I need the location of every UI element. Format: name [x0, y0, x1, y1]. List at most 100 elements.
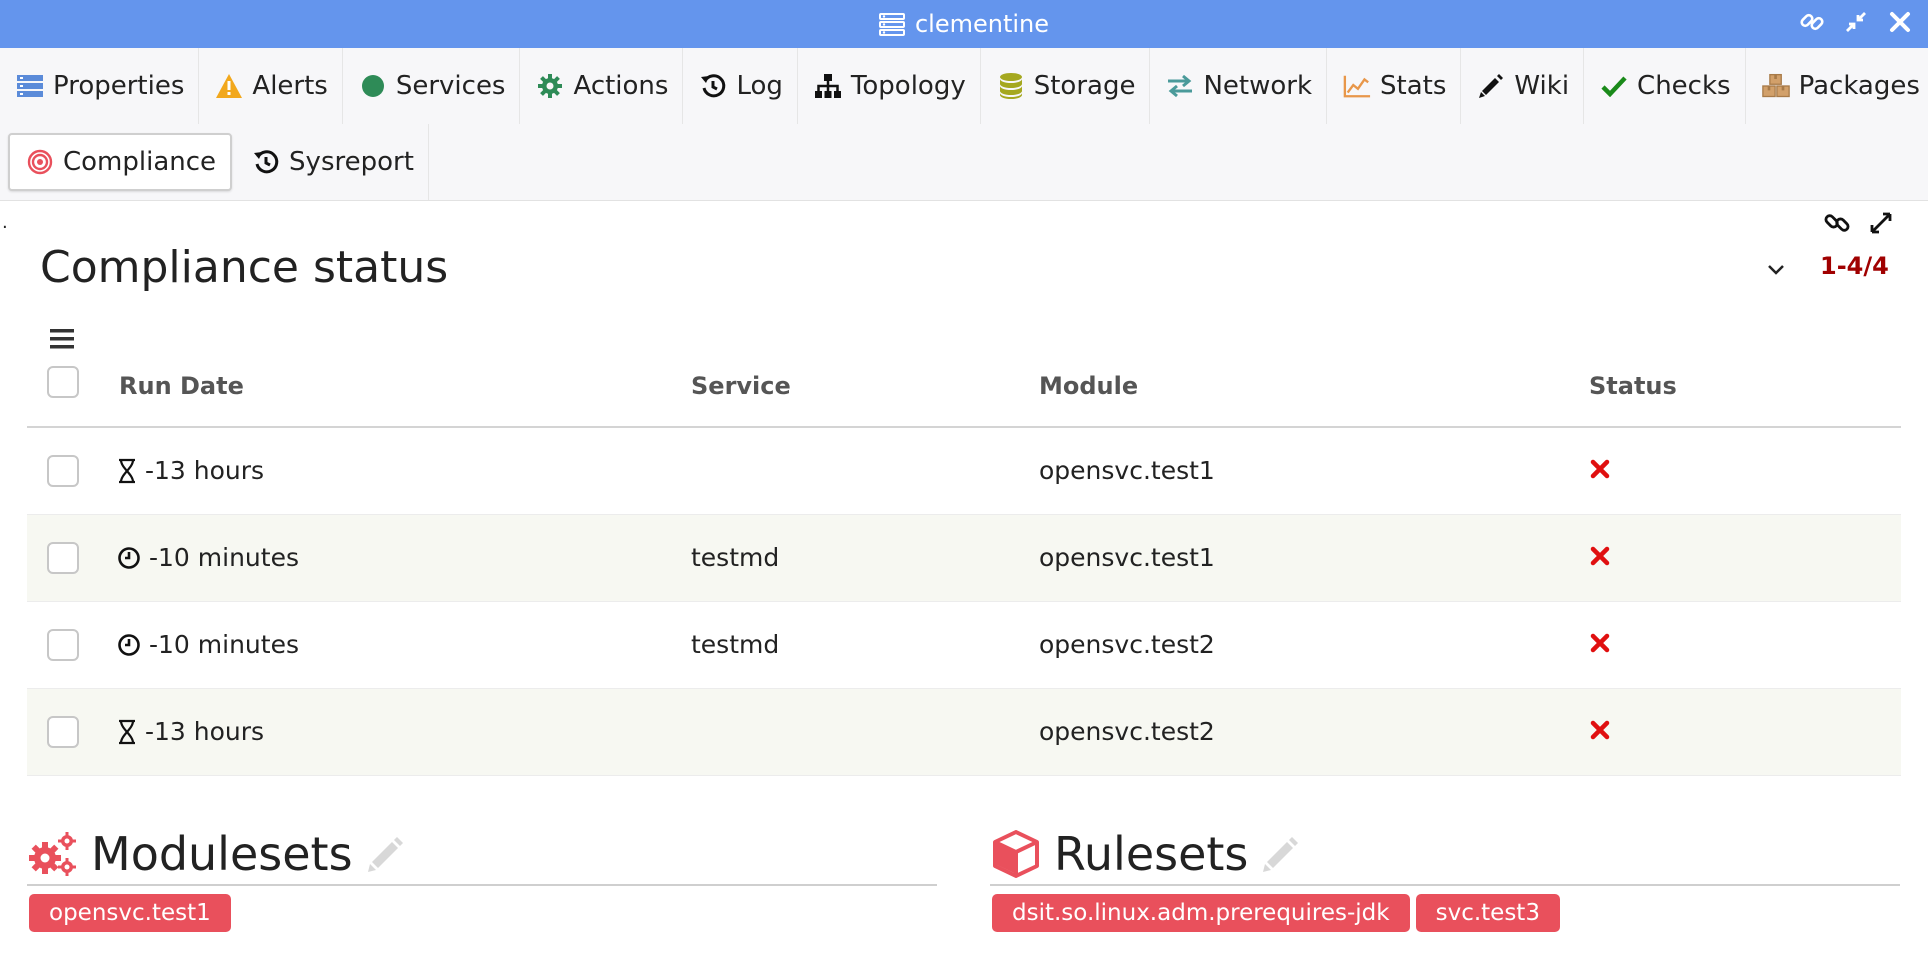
tab-label: Sysreport [289, 147, 414, 177]
window-titlebar: clementine [0, 0, 1928, 48]
tab-properties[interactable]: Properties [0, 48, 200, 124]
window-title-text: clementine [914, 10, 1050, 38]
service-cell: testmd [691, 543, 780, 572]
status-cell [1589, 632, 1615, 658]
run-date-cell: -13 hours [117, 456, 264, 485]
tab-label: Actions [573, 71, 669, 101]
link-icon[interactable] [1822, 208, 1852, 238]
tab-label: Checks [1637, 71, 1731, 101]
tab-stats[interactable]: Stats [1327, 48, 1462, 124]
tab-actions[interactable]: Actions [520, 48, 684, 124]
tab-alerts[interactable]: Alerts [199, 48, 343, 124]
tab-label: Wiki [1514, 71, 1570, 101]
compliance-table: Run Date Service Module Status -13 hours… [27, 352, 1901, 776]
tab-checks[interactable]: Checks [1584, 48, 1746, 124]
column-header-status[interactable]: Status [1589, 372, 1677, 400]
error-x-icon [1589, 719, 1615, 745]
moduleset-tag[interactable]: opensvc.test1 [29, 894, 231, 932]
tab-log[interactable]: Log [683, 48, 798, 124]
column-header-service[interactable]: Service [691, 372, 791, 400]
circle-icon [359, 72, 387, 100]
error-x-icon [1589, 545, 1615, 571]
table-row[interactable]: -10 minutes testmd opensvc.test1 [27, 515, 1901, 602]
tab-topology[interactable]: Topology [798, 48, 981, 124]
tab-storage[interactable]: Storage [981, 48, 1151, 124]
row-checkbox[interactable] [47, 455, 79, 487]
rulesets-title: Rulesets [1054, 827, 1249, 881]
pager-count[interactable]: 1-4/4 [1820, 252, 1889, 280]
tab-label: Packages [1798, 71, 1920, 101]
run-date-text: -13 hours [145, 456, 265, 485]
database-icon [997, 72, 1025, 100]
check-icon [1600, 72, 1628, 100]
warning-icon [215, 72, 243, 100]
tab-packages[interactable]: Packages [1746, 48, 1928, 124]
module-cell: opensvc.test2 [1039, 630, 1215, 659]
history-icon [699, 72, 727, 100]
tab-label: Network [1203, 71, 1313, 101]
table-row[interactable]: -10 minutes testmd opensvc.test2 [27, 602, 1901, 689]
chevron-down-icon[interactable] [1762, 258, 1790, 280]
table-header: Run Date Service Module Status [27, 352, 1901, 428]
modulesets-title: Modulesets [91, 827, 353, 881]
tab-compliance[interactable]: Compliance [8, 133, 233, 191]
tab-sysreport[interactable]: Sysreport [236, 124, 429, 200]
edit-pencil-icon[interactable] [1260, 833, 1302, 875]
clock-icon [117, 633, 141, 657]
page-title: Compliance status [40, 242, 449, 293]
error-x-icon [1589, 632, 1615, 658]
ruleset-tag[interactable]: svc.test3 [1415, 894, 1560, 932]
server-icon [16, 72, 44, 100]
tab-wiki[interactable]: Wiki [1461, 48, 1585, 124]
select-all-checkbox[interactable] [47, 366, 79, 398]
tab-label: Alerts [252, 71, 328, 101]
status-cell [1589, 719, 1615, 745]
row-checkbox[interactable] [47, 542, 79, 574]
tab-label: Stats [1380, 71, 1447, 101]
boxes-icon [1761, 72, 1790, 100]
expand-icon[interactable] [1866, 208, 1896, 238]
gears-icon [27, 828, 79, 880]
compress-icon[interactable] [1842, 8, 1870, 36]
ruleset-tag[interactable]: dsit.so.linux.adm.prerequires-jdk [992, 894, 1410, 932]
chart-icon [1343, 72, 1371, 100]
pencil-icon [1477, 72, 1505, 100]
rulesets-section: Rulesets dsit.so.linux.adm.prerequires-j… [990, 824, 1900, 932]
link-icon[interactable] [1798, 8, 1826, 36]
error-x-icon [1589, 458, 1615, 484]
sitemap-icon [814, 72, 842, 100]
module-cell: opensvc.test2 [1039, 717, 1215, 746]
table-row[interactable]: -13 hours opensvc.test2 [27, 689, 1901, 776]
service-cell: testmd [691, 630, 780, 659]
run-date-cell: -13 hours [117, 717, 264, 746]
column-header-run-date[interactable]: Run Date [119, 372, 244, 400]
module-cell: opensvc.test1 [1039, 543, 1215, 572]
modulesets-section: Modulesets opensvc.test1 [27, 824, 937, 932]
history-icon [252, 148, 280, 176]
tab-network[interactable]: Network [1150, 48, 1328, 124]
gear-icon [536, 72, 564, 100]
window-title: clementine [0, 0, 1928, 48]
tab-services[interactable]: Services [343, 48, 521, 124]
close-icon[interactable] [1886, 8, 1914, 36]
tab-label: Topology [850, 71, 966, 101]
tab-label: Log [736, 71, 783, 101]
table-row[interactable]: -13 hours opensvc.test1 [27, 428, 1901, 515]
clock-icon [117, 546, 141, 570]
tab-bar: Properties Alerts Services Actions Log T… [0, 48, 1928, 201]
row-checkbox[interactable] [47, 716, 79, 748]
tab-label: Compliance [63, 147, 217, 177]
row-checkbox[interactable] [47, 629, 79, 661]
server-icon [878, 12, 905, 36]
run-date-cell: -10 minutes [117, 543, 299, 572]
edit-pencil-icon[interactable] [365, 833, 407, 875]
hourglass-icon [117, 458, 137, 484]
tab-label: Storage [1033, 71, 1136, 101]
column-header-module[interactable]: Module [1039, 372, 1138, 400]
menu-icon[interactable] [48, 326, 78, 352]
module-cell: opensvc.test1 [1039, 456, 1215, 485]
tab-label: Properties [53, 71, 185, 101]
run-date-text: -10 minutes [149, 630, 299, 659]
status-cell [1589, 458, 1615, 484]
status-cell [1589, 545, 1615, 571]
